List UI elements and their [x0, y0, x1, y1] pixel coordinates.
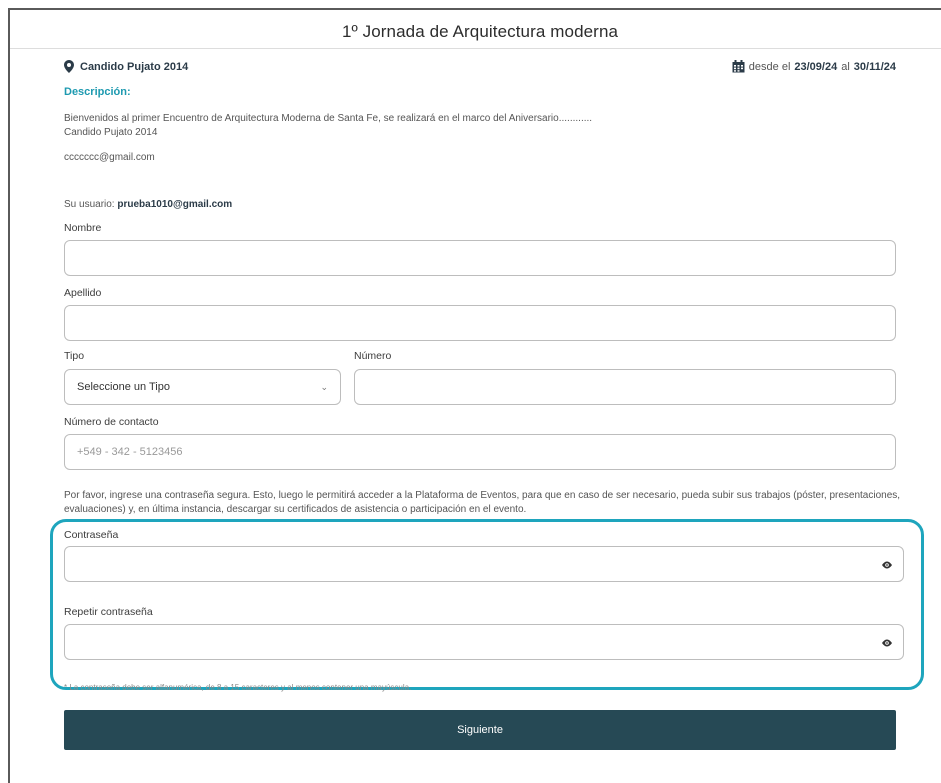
password-highlight-box	[50, 519, 924, 690]
password-label: Contraseña	[64, 529, 119, 541]
apellido-input[interactable]	[64, 305, 896, 341]
nombre-input[interactable]	[64, 240, 896, 276]
map-marker-icon	[64, 60, 74, 73]
contact-email: ccccccc@gmail.com	[64, 152, 155, 163]
user-info: Su usuario: prueba1010@gmail.com	[64, 199, 232, 210]
title-divider	[10, 48, 941, 49]
password-field[interactable]	[64, 546, 904, 582]
description-line: Candido Pujato 2014	[64, 127, 158, 138]
event-location: Candido Pujato 2014	[64, 60, 188, 73]
location-text: Candido Pujato 2014	[80, 60, 189, 73]
description-label: Descripción:	[64, 86, 131, 98]
next-button[interactable]: Siguiente	[64, 710, 896, 750]
date-start: 23/09/24	[794, 60, 838, 73]
numero-input[interactable]	[354, 369, 896, 405]
user-email: prueba1010@gmail.com	[117, 199, 233, 210]
password-repeat-label: Repetir contraseña	[64, 606, 153, 618]
password-hint: * La contraseña debe ser alfanumérica, d…	[64, 683, 412, 692]
chevron-down-icon: ⌄	[320, 381, 328, 392]
event-dates: desde el 23/09/24 al 30/11/24	[732, 60, 896, 73]
eye-icon[interactable]	[881, 637, 893, 649]
password-info-text: Por favor, ingrese una contraseña segura…	[64, 490, 901, 515]
description-line: Bienvenidos al primer Encuentro de Arqui…	[64, 113, 593, 124]
apellido-label: Apellido	[64, 287, 102, 299]
tipo-label: Tipo	[64, 350, 85, 362]
contacto-label: Número de contacto	[64, 416, 159, 428]
contacto-input[interactable]	[64, 434, 896, 470]
tipo-select[interactable]: Seleccione un Tipo ⌄	[64, 369, 341, 405]
user-label: Su usuario:	[64, 199, 115, 210]
nombre-label: Nombre	[64, 222, 102, 234]
password-repeat-field[interactable]	[64, 624, 904, 660]
page-title: 1º Jornada de Arquitectura moderna	[341, 22, 619, 41]
numero-label: Número	[354, 350, 392, 362]
date-end: 30/11/24	[853, 60, 896, 73]
description-text: Bienvenidos al primer Encuentro de Arqui…	[64, 112, 592, 140]
calendar-icon	[732, 60, 745, 73]
date-separator: al	[841, 60, 850, 73]
tipo-selected-value: Seleccione un Tipo	[77, 381, 170, 393]
eye-icon[interactable]	[881, 559, 893, 571]
date-prefix: desde el	[748, 60, 791, 73]
